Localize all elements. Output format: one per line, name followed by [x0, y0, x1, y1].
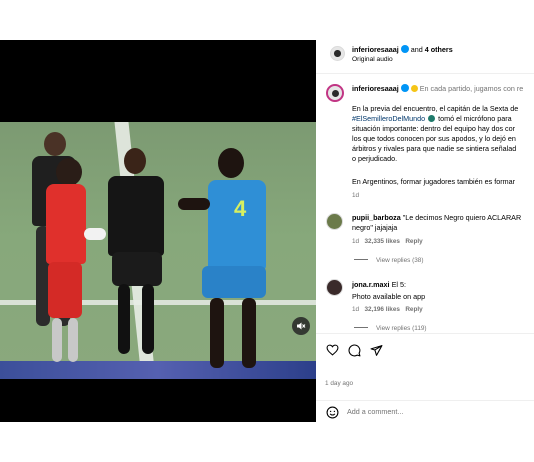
- red-kit-player: [44, 158, 106, 368]
- avatar[interactable]: [326, 279, 343, 296]
- jersey-number: 4: [234, 196, 247, 221]
- post-time: 1 day ago: [325, 380, 354, 387]
- comment-username[interactable]: jona.r.maxi: [352, 280, 390, 289]
- comment-likes[interactable]: 32,196 likes: [364, 306, 400, 313]
- heart-icon: [326, 344, 338, 356]
- caption-line: situación importante: dentro del equipo …: [352, 124, 516, 133]
- like-button[interactable]: [325, 343, 339, 357]
- comment-input[interactable]: Add a comment...: [347, 407, 403, 417]
- caption-time: 1d: [352, 192, 360, 199]
- verified-icon: [400, 45, 409, 53]
- referee: [104, 148, 168, 363]
- reply-button[interactable]: Reply: [405, 238, 422, 245]
- comment-likes[interactable]: 32,335 likes: [364, 238, 400, 245]
- comment-text-line: negro" jajajaja: [352, 223, 398, 232]
- video-player[interactable]: 4: [0, 40, 316, 422]
- divider: [354, 259, 368, 260]
- avatar[interactable]: [330, 46, 345, 61]
- collab-and: and: [410, 45, 423, 54]
- caption-line: árbitros y rivales para que nadie se sin…: [352, 144, 517, 153]
- share-button[interactable]: [369, 343, 383, 357]
- caption-line: #ElSemilleroDelMundo tomó el micrófono p…: [352, 114, 512, 123]
- avatar[interactable]: [326, 213, 343, 230]
- blue-kit-player: 4: [178, 148, 276, 373]
- divider: [354, 327, 368, 328]
- audio-label[interactable]: Original audio: [352, 55, 393, 65]
- view-replies-button[interactable]: View replies (38): [354, 256, 423, 266]
- share-icon: [370, 344, 382, 356]
- comment-meta: 1d 32,335 likes Reply: [352, 238, 423, 245]
- mute-icon: [297, 322, 306, 330]
- comment-button[interactable]: [347, 343, 361, 357]
- mute-button[interactable]: [292, 317, 310, 335]
- collab-others[interactable]: 4 others: [425, 45, 453, 54]
- post-sidebar: inferioresaaaj and 4 others Original aud…: [316, 40, 534, 422]
- comment-text-line: Photo available on app: [352, 292, 426, 301]
- caption-username[interactable]: inferioresaaaj: [352, 84, 399, 93]
- comment-icon: [348, 344, 360, 356]
- header-username[interactable]: inferioresaaaj: [352, 45, 399, 54]
- divider: [316, 333, 534, 334]
- caption-line: los que todos conocen por sus apodos, y …: [352, 134, 516, 143]
- emoji-icon: [326, 406, 338, 418]
- post-header: inferioresaaaj and 4 others Original aud…: [316, 40, 534, 74]
- video-frame: 4: [0, 122, 316, 379]
- hashtag-link[interactable]: #ElSemilleroDelMundo: [352, 114, 425, 123]
- add-comment-bar: Add a comment...: [316, 400, 534, 422]
- avatar[interactable]: [326, 84, 344, 102]
- emoji-badge: [410, 85, 418, 92]
- caption-first-line: inferioresaaaj En cada partido, jugamos …: [352, 84, 524, 93]
- comment-text: jona.r.maxi El 5:: [352, 280, 406, 289]
- comment-meta: 1d 32,196 likes Reply: [352, 306, 423, 313]
- reply-button[interactable]: Reply: [405, 306, 422, 313]
- caption-line: En la previa del encuentro, el capitán d…: [352, 104, 519, 113]
- emoji-button[interactable]: [325, 405, 339, 419]
- caption-line: o perjudicado.: [352, 154, 398, 163]
- caption-closing: En Argentinos, formar jugadores también …: [352, 177, 515, 186]
- verified-icon: [400, 84, 409, 92]
- globe-emoji: [428, 115, 436, 122]
- instagram-post-view: 4 inferioresaaaj and 4 others Original a…: [0, 0, 534, 462]
- comment-text: pupii_barboza "Le decimos Negro quiero A…: [352, 213, 522, 222]
- comment-username[interactable]: pupii_barboza: [352, 213, 401, 222]
